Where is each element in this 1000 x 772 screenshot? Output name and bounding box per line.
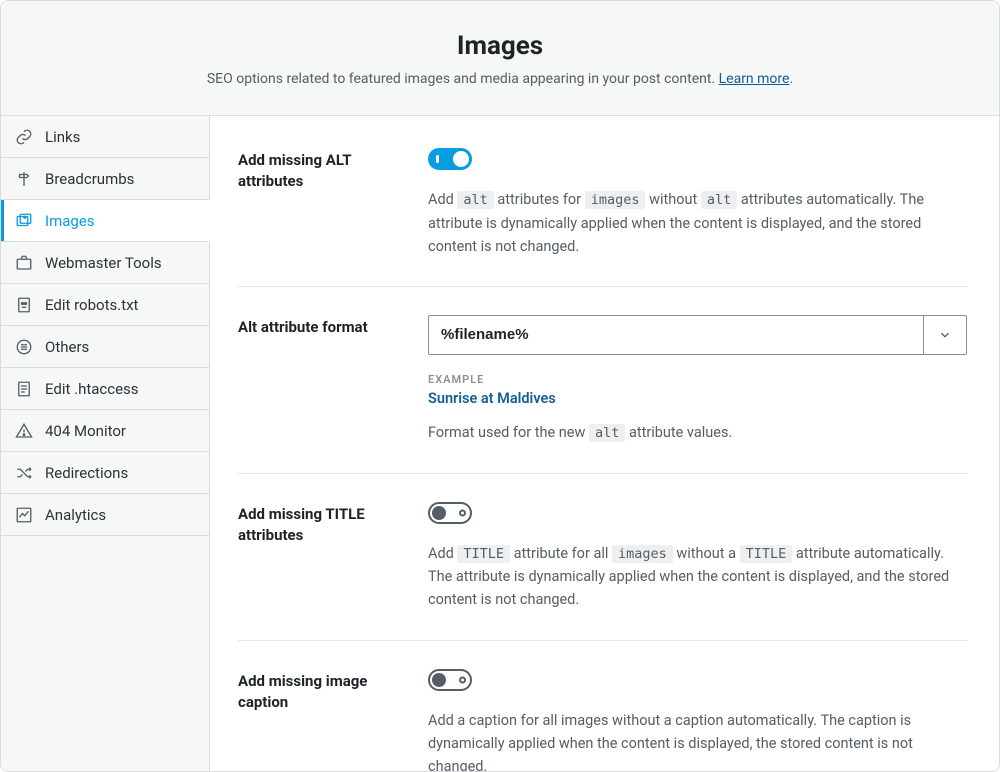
link-icon bbox=[15, 128, 33, 146]
code-token: images bbox=[585, 191, 646, 209]
setting-alt-format: Alt attribute format EXAMPLE Sunrise at … bbox=[238, 315, 967, 474]
toggle-add-missing-alt[interactable] bbox=[428, 148, 472, 170]
learn-more-link[interactable]: Learn more bbox=[719, 71, 790, 87]
sidebar-item-label: Links bbox=[45, 128, 80, 146]
alert-triangle-icon bbox=[15, 422, 33, 440]
robot-file-icon bbox=[15, 296, 33, 314]
sidebar-item-label: Edit .htaccess bbox=[45, 380, 139, 398]
setting-add-missing-title: Add missing TITLE attributes Add TITLE a… bbox=[238, 502, 967, 641]
sidebar-item-label: Others bbox=[45, 338, 89, 356]
code-token: TITLE bbox=[457, 545, 510, 563]
setting-label: Add missing TITLE attributes bbox=[238, 502, 408, 612]
sidebar-item-links[interactable]: Links bbox=[1, 116, 209, 158]
signpost-icon bbox=[15, 170, 33, 188]
page-header: Images SEO options related to featured i… bbox=[1, 1, 999, 116]
list-icon bbox=[15, 338, 33, 356]
file-text-icon bbox=[15, 380, 33, 398]
sidebar-item-404-monitor[interactable]: 404 Monitor bbox=[1, 410, 209, 452]
setting-label: Add missing image caption bbox=[238, 669, 408, 771]
sidebar-item-others[interactable]: Others bbox=[1, 326, 209, 368]
example-value: Sunrise at Maldives bbox=[428, 390, 967, 407]
images-icon bbox=[15, 212, 33, 230]
sidebar-item-images[interactable]: Images bbox=[1, 200, 210, 242]
setting-description: Add alt attributes for images without al… bbox=[428, 188, 967, 258]
sidebar-item-analytics[interactable]: Analytics bbox=[1, 494, 209, 536]
sidebar-item-label: Edit robots.txt bbox=[45, 296, 138, 314]
sidebar-item-edit-robots[interactable]: Edit robots.txt bbox=[1, 284, 209, 326]
alt-format-input[interactable] bbox=[428, 315, 923, 355]
setting-description: Format used for the new alt attribute va… bbox=[428, 421, 967, 445]
page-title: Images bbox=[41, 31, 959, 61]
code-token: images bbox=[612, 545, 673, 563]
code-token: alt bbox=[701, 191, 737, 209]
sidebar-item-label: Analytics bbox=[45, 506, 106, 524]
setting-add-missing-caption: Add missing image caption Add a caption … bbox=[238, 669, 967, 771]
settings-content: Add missing ALT attributes Add alt attri… bbox=[210, 116, 999, 771]
code-token: alt bbox=[589, 424, 625, 442]
setting-description: Add TITLE attribute for all images witho… bbox=[428, 542, 967, 612]
sidebar-item-edit-htaccess[interactable]: Edit .htaccess bbox=[1, 368, 209, 410]
setting-description: Add a caption for all images without a c… bbox=[428, 709, 967, 771]
sidebar-item-label: 404 Monitor bbox=[45, 422, 126, 440]
shuffle-icon bbox=[15, 464, 33, 482]
setting-label: Add missing ALT attributes bbox=[238, 148, 408, 258]
setting-label: Alt attribute format bbox=[238, 315, 408, 445]
code-token: alt bbox=[457, 191, 493, 209]
chevron-down-icon bbox=[938, 328, 952, 342]
toggle-add-missing-caption[interactable] bbox=[428, 669, 472, 691]
page-subtitle: SEO options related to featured images a… bbox=[41, 71, 959, 87]
settings-sidebar: Links Breadcrumbs Images Webmaster Tools bbox=[1, 116, 210, 771]
sidebar-item-label: Webmaster Tools bbox=[45, 254, 162, 272]
sidebar-item-label: Images bbox=[45, 212, 95, 230]
sidebar-item-webmaster-tools[interactable]: Webmaster Tools bbox=[1, 242, 209, 284]
chart-line-icon bbox=[15, 506, 33, 524]
sidebar-item-redirections[interactable]: Redirections bbox=[1, 452, 209, 494]
alt-format-variables-button[interactable] bbox=[923, 315, 967, 355]
sidebar-item-label: Redirections bbox=[45, 464, 128, 482]
code-token: TITLE bbox=[740, 545, 793, 563]
toggle-add-missing-title[interactable] bbox=[428, 502, 472, 524]
sidebar-item-breadcrumbs[interactable]: Breadcrumbs bbox=[1, 158, 209, 200]
sidebar-item-label: Breadcrumbs bbox=[45, 170, 134, 188]
briefcase-icon bbox=[15, 254, 33, 272]
example-label: EXAMPLE bbox=[428, 373, 967, 386]
setting-add-missing-alt: Add missing ALT attributes Add alt attri… bbox=[238, 148, 967, 287]
